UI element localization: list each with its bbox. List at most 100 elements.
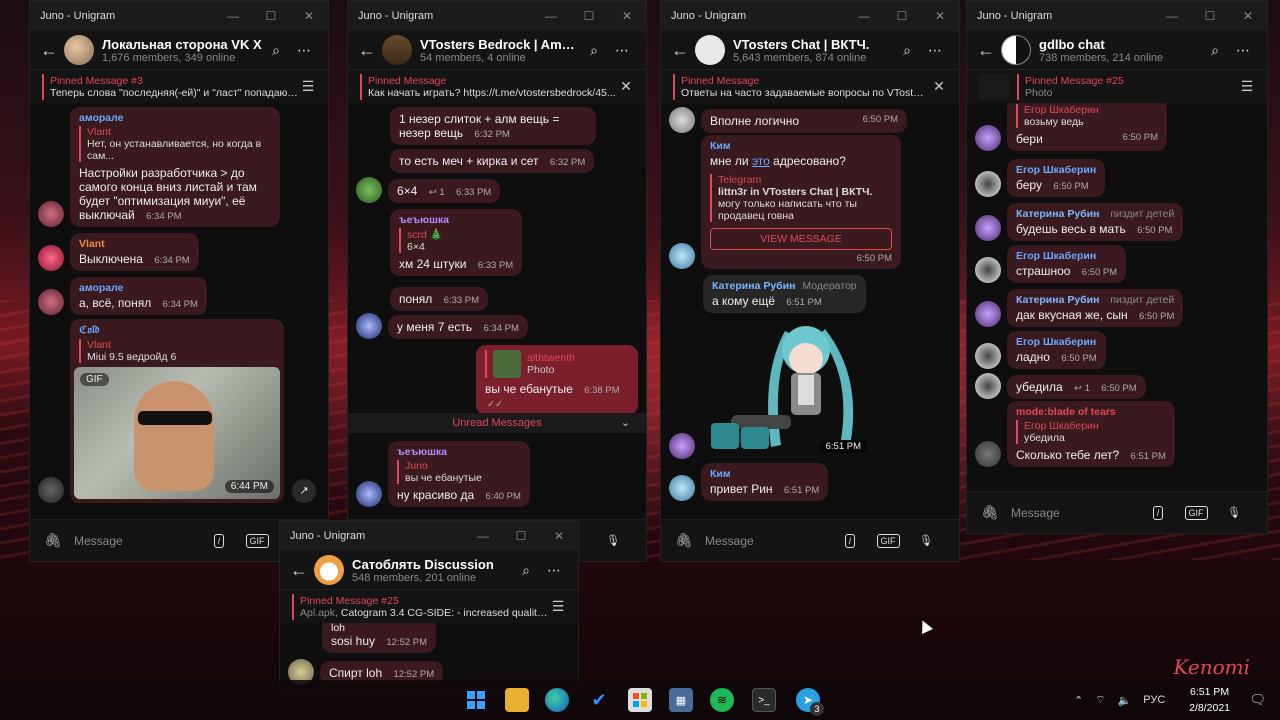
gif-icon[interactable]: GIF <box>1177 505 1215 520</box>
minimize-icon[interactable]: — <box>532 9 570 23</box>
avatar[interactable] <box>669 475 695 501</box>
message[interactable]: Ким мне ли это адресовано? Telegram litt… <box>669 135 901 269</box>
language-indicator[interactable]: РУС <box>1143 694 1165 706</box>
avatar[interactable] <box>669 433 695 459</box>
spotify-icon[interactable]: ≋ <box>710 688 734 712</box>
message-input[interactable]: Message <box>705 534 831 548</box>
message[interactable]: mode:blade of tears Егор Шкаберин убедил… <box>975 401 1175 467</box>
search-icon[interactable]: ⌕ <box>262 42 290 59</box>
minimize-icon[interactable]: — <box>845 9 883 23</box>
chat-name[interactable]: gdlbo chat <box>1039 37 1201 52</box>
chat-avatar[interactable] <box>64 35 94 65</box>
close-icon[interactable]: ✕ <box>608 9 646 23</box>
maximize-icon[interactable]: ☐ <box>252 9 290 23</box>
chat-name[interactable]: VTosters Bedrock | Amon... <box>420 37 580 52</box>
more-icon[interactable]: ⋯ <box>1229 42 1257 59</box>
search-icon[interactable]: ⌕ <box>893 42 921 59</box>
message-input[interactable]: Message <box>1011 506 1139 520</box>
avatar[interactable] <box>975 125 1001 151</box>
more-icon[interactable]: ⋯ <box>290 42 318 59</box>
sender-name[interactable]: аморале <box>79 112 271 124</box>
avatar[interactable] <box>669 243 695 269</box>
window-gdlbo-chat[interactable]: Juno - Unigram — ☐ ✕ ← gdlbo chat 738 me… <box>966 0 1268 534</box>
sender-name[interactable]: Егор Шкаберин <box>1016 250 1117 262</box>
message-list[interactable]: аморале Vlant Нет, он устанавливается, н… <box>30 103 328 519</box>
wifi-icon[interactable]: ⌔ <box>1095 693 1105 707</box>
pinned-message[interactable]: Pinned Message #25 Photo ☰ <box>967 69 1267 103</box>
message[interactable]: 6×4 ↩ 1 6:33 PM <box>356 177 501 203</box>
sender-name[interactable]: Ким <box>710 140 892 152</box>
avatar[interactable] <box>38 245 64 271</box>
message-list[interactable]: 1 незер слиток + алм вещь = незер вещь 6… <box>348 103 646 519</box>
message[interactable]: Вполне логично 6:50 PM <box>669 107 907 133</box>
message[interactable]: Егор Шкаберин ладно 6:50 PM <box>975 331 1106 369</box>
close-pinned-icon[interactable]: ✕ <box>929 78 949 95</box>
maximize-icon[interactable]: ☐ <box>502 529 540 543</box>
microphone-icon[interactable]: 🎙 <box>1215 506 1253 519</box>
message[interactable]: Егор Шкаберин беру 6:50 PM <box>975 159 1106 197</box>
sender-name[interactable]: Ким <box>710 468 819 480</box>
sticker-miku[interactable]: 6:51 PM <box>701 315 871 455</box>
chat-avatar[interactable] <box>382 35 412 65</box>
store-icon[interactable] <box>628 688 652 712</box>
chat-name[interactable]: Локальная сторона VK X <box>102 37 262 52</box>
message[interactable]: Катерина Рубин пиздит детей будешь весь … <box>975 203 1184 241</box>
forwarded-preview[interactable]: Telegram littn3r in VTosters Chat | ВКТЧ… <box>710 174 892 222</box>
avatar[interactable] <box>38 201 64 227</box>
reply-preview[interactable]: Егор Шкаберин убедила <box>1016 420 1166 444</box>
microphone-icon[interactable]: 🎙 <box>594 534 632 547</box>
avatar[interactable] <box>356 177 382 203</box>
sender-name[interactable]: аморале <box>79 282 198 294</box>
message[interactable]: Катерина Рубин Модератор а кому ещё 6:51… <box>703 275 866 313</box>
chat-avatar[interactable] <box>695 35 725 65</box>
message[interactable]: Егор Шкаберин страшноо 6:50 PM <box>975 245 1127 283</box>
sender-name[interactable]: ъеъюшка <box>399 214 513 226</box>
avatar[interactable] <box>975 301 1001 327</box>
volume-icon[interactable]: 🔈 <box>1118 694 1132 707</box>
pinned-list-icon[interactable]: ☰ <box>548 598 568 615</box>
maximize-icon[interactable]: ☐ <box>1191 9 1229 23</box>
avatar[interactable] <box>38 289 64 315</box>
window-vtosters-chat[interactable]: Juno - Unigram — ☐ ✕ ← VTosters Chat | В… <box>660 0 960 562</box>
message[interactable]: убедила ↩ 1 6:50 PM <box>975 373 1146 399</box>
sender-name[interactable]: Катерина Рубин <box>712 280 795 292</box>
avatar[interactable] <box>669 107 695 133</box>
windows-start-icon[interactable] <box>464 688 488 712</box>
message[interactable]: ъеъюшка scrd 🎄 6×4 хм 24 штуки 6:33 PM <box>390 209 523 276</box>
reply-preview[interactable]: scrd 🎄 6×4 <box>399 228 513 253</box>
titlebar[interactable]: Juno - Unigram — ☐ ✕ <box>348 1 646 31</box>
back-arrow-icon[interactable]: ← <box>671 40 695 61</box>
maximize-icon[interactable]: ☐ <box>883 9 921 23</box>
sender-name[interactable]: Катерина Рубин <box>1016 208 1099 220</box>
pinned-message[interactable]: Pinned Message Как начать играть? https:… <box>348 69 646 103</box>
chat-name[interactable]: VTosters Chat | ВКТЧ. <box>733 37 893 52</box>
commands-icon[interactable]: / <box>1139 505 1177 520</box>
pinned-message[interactable]: Pinned Message #3 Теперь слова "последня… <box>30 69 328 103</box>
reply-preview[interactable]: althtwenth Photo <box>485 350 629 378</box>
close-icon[interactable]: ✕ <box>540 529 578 543</box>
message-outgoing[interactable]: althtwenth Photo вы че ебанутые 6:38 PM … <box>476 345 638 415</box>
message[interactable]: Егор Шкаберин возьму ведь бери 6:50 PM <box>975 103 1167 151</box>
close-icon[interactable]: ✕ <box>921 9 959 23</box>
system-clock[interactable]: 6:51 PM 2/8/2021 <box>1189 684 1230 716</box>
message[interactable]: аморале а, всё, понял 6:34 PM <box>38 277 207 315</box>
more-icon[interactable]: ⋯ <box>608 42 636 59</box>
sender-name[interactable]: Катерина Рубин <box>1016 294 1099 306</box>
calculator-icon[interactable]: ▦ <box>669 688 693 712</box>
avatar[interactable] <box>975 257 1001 283</box>
message[interactable]: то есть меч + кирка и сет 6:32 PM <box>390 149 595 173</box>
titlebar[interactable]: Juno - Unigram — ☐ ✕ <box>30 1 328 31</box>
notification-icon[interactable]: 🗨 <box>1249 692 1266 708</box>
sender-name[interactable]: Vlant <box>79 238 190 250</box>
message[interactable]: ъеъюшка Juno вы че ебанутые ну красиво д… <box>356 441 530 507</box>
minimize-icon[interactable]: — <box>214 9 252 23</box>
reply-preview[interactable]: Juno вы че ебанутые <box>397 460 521 484</box>
attach-icon[interactable]: 🖇 <box>44 532 68 549</box>
sender-name[interactable]: mode:blade of tears <box>1016 406 1166 418</box>
pinned-list-icon[interactable]: ☰ <box>298 78 318 95</box>
close-icon[interactable]: ✕ <box>1229 9 1267 23</box>
message[interactable]: аморале Vlant Нет, он устанавливается, н… <box>38 107 280 227</box>
chevron-down-icon[interactable]: ⌄ <box>621 413 630 433</box>
window-satoblyat-discussion[interactable]: Juno - Unigram — ☐ ✕ ← Сатоблять Discuss… <box>279 520 579 690</box>
back-arrow-icon[interactable]: ← <box>290 560 314 581</box>
